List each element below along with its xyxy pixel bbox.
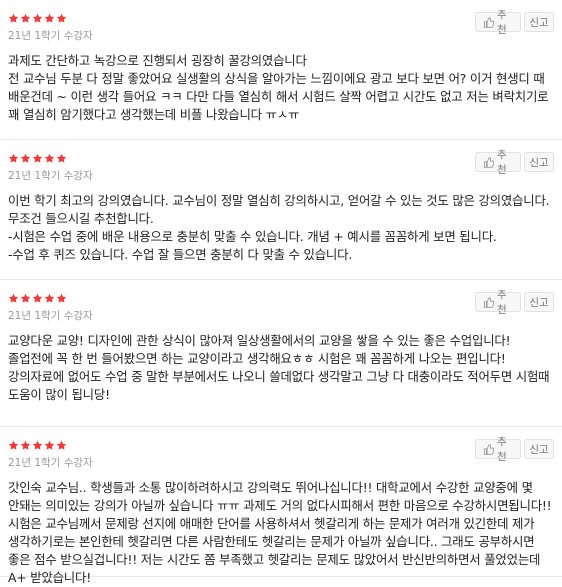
recommend-button[interactable]: 추천: [475, 149, 521, 176]
review-text: 이번 학기 최고의 강의였습니다. 교수님이 정말 열심히 강의하시고, 얻어갈…: [8, 193, 550, 262]
thumbs-up-icon: [483, 156, 494, 168]
report-button[interactable]: 신고: [524, 439, 554, 459]
star-rating: [8, 12, 554, 24]
star-icon: [44, 440, 55, 451]
star-icon: [8, 153, 19, 164]
report-label: 신고: [529, 443, 549, 456]
recommend-button[interactable]: 추천: [475, 436, 521, 463]
thumbs-up-icon: [483, 296, 494, 308]
review-actions: 추천 신고: [475, 9, 554, 36]
review-list: 21년 1학기 수강자 과제도 간단하고 녹강으로 진행되서 굉장히 꿀강의였습…: [0, 0, 562, 585]
star-icon: [56, 13, 67, 24]
star-icon: [8, 293, 19, 304]
review-item: 21년 1학기 수강자 교양다운 교양! 디자인에 관한 상식이 많아져 일상생…: [0, 280, 562, 427]
report-button[interactable]: 신고: [524, 292, 554, 312]
review-actions: 추천 신고: [475, 436, 554, 463]
star-icon: [8, 13, 19, 24]
star-icon: [44, 293, 55, 304]
recommend-button[interactable]: 추천: [475, 9, 521, 36]
star-icon: [8, 440, 19, 451]
recommend-label: 추천: [497, 9, 507, 36]
star-icon: [20, 440, 31, 451]
star-icon: [32, 293, 43, 304]
review-text: 교양다운 교양! 디자인에 관한 상식이 많아져 일상생활에서의 교양을 쌓을 …: [8, 333, 554, 402]
star-icon: [56, 153, 67, 164]
star-icon: [32, 153, 43, 164]
thumbs-up-icon: [483, 443, 494, 455]
star-icon: [56, 293, 67, 304]
recommend-button[interactable]: 추천: [475, 289, 521, 316]
review-actions: 추천 신고: [475, 149, 554, 176]
review-item: 21년 1학기 수강자 과제도 간단하고 녹강으로 진행되서 굉장히 꿀강의였습…: [0, 0, 562, 140]
report-label: 신고: [529, 296, 549, 309]
recommend-label: 추천: [497, 436, 507, 463]
semester-label: 21년 1학기 수강자: [8, 310, 93, 322]
star-icon: [20, 13, 31, 24]
report-label: 신고: [529, 156, 549, 169]
semester-label: 21년 1학기 수강자: [8, 457, 93, 469]
star-rating: [8, 439, 554, 451]
star-icon: [20, 293, 31, 304]
star-icon: [20, 153, 31, 164]
star-icon: [44, 13, 55, 24]
semester-label: 21년 1학기 수강자: [8, 170, 93, 182]
recommend-label: 추천: [497, 289, 507, 316]
semester-label: 21년 1학기 수강자: [8, 30, 93, 42]
star-icon: [56, 440, 67, 451]
thumbs-up-icon: [483, 16, 494, 28]
report-button[interactable]: 신고: [524, 152, 554, 172]
star-rating: [8, 152, 554, 164]
report-label: 신고: [529, 16, 549, 29]
star-rating: [8, 292, 554, 304]
recommend-label: 추천: [497, 149, 507, 176]
review-item: 21년 1학기 수강자 이번 학기 최고의 강의였습니다. 교수님이 정말 열심…: [0, 140, 562, 280]
review-text: 과제도 간단하고 녹강으로 진행되서 굉장히 꿀강의였습니다 전 교수님 두분 …: [8, 53, 549, 122]
review-text: 갓인숙 교수님.. 학생들과 소통 많이하려하시고 강의력도 뛰어나십니다!! …: [8, 480, 556, 585]
review-item: 21년 1학기 수강자 갓인숙 교수님.. 학생들과 소통 많이하려하시고 강의…: [0, 427, 562, 585]
star-icon: [32, 440, 43, 451]
review-actions: 추천 신고: [475, 289, 554, 316]
report-button[interactable]: 신고: [524, 12, 554, 32]
star-icon: [32, 13, 43, 24]
star-icon: [44, 153, 55, 164]
